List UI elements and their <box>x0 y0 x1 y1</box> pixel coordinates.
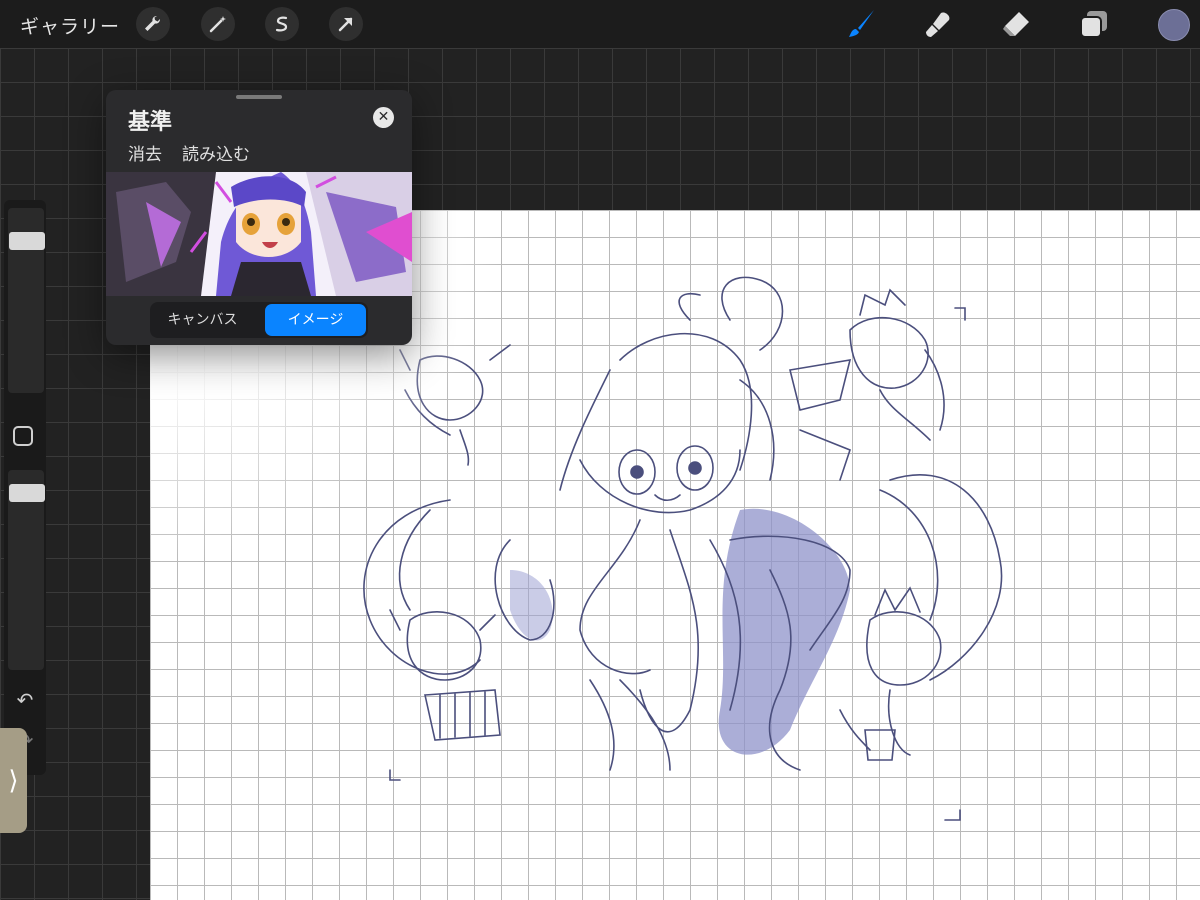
undo-button[interactable]: ↶ <box>13 688 37 712</box>
image-mode-tab[interactable]: イメージ <box>265 304 366 336</box>
selection-icon <box>275 16 288 32</box>
brush-icon <box>849 10 874 37</box>
brush-tool-button[interactable] <box>843 6 879 42</box>
reference-panel: 基準 ✕ 消去 読み込む キャンバス イメージ <box>106 90 412 345</box>
opacity-slider[interactable] <box>8 470 45 670</box>
modify-button[interactable] <box>13 426 33 446</box>
reference-panel-title: 基準 <box>128 110 173 135</box>
brush-size-thumb[interactable] <box>9 232 45 250</box>
magic-wand-icon <box>209 16 226 33</box>
selection-button[interactable] <box>265 7 299 41</box>
transform-arrow-icon <box>338 17 353 32</box>
gallery-button[interactable]: ギャラリー <box>20 12 120 39</box>
import-button[interactable]: 読み込む <box>182 140 250 165</box>
layers-button[interactable] <box>1076 6 1112 42</box>
brush-size-slider[interactable] <box>8 208 45 393</box>
close-button[interactable]: ✕ <box>373 107 394 128</box>
color-picker-button[interactable] <box>1158 9 1190 41</box>
left-sidebar: ↶ ↷ <box>4 200 46 775</box>
panel-drag-handle[interactable] <box>236 95 282 99</box>
eraser-icon <box>1003 12 1029 36</box>
reference-image-artwork <box>106 172 412 296</box>
eraser-tool-button[interactable] <box>998 6 1034 42</box>
top-toolbar: ギャラリー <box>0 0 1200 48</box>
close-icon: ✕ <box>377 109 390 125</box>
reference-image <box>106 172 412 296</box>
adjustments-button[interactable] <box>201 7 235 41</box>
wrench-icon <box>145 16 160 31</box>
layers-icon <box>1080 11 1107 38</box>
undo-icon: ↶ <box>16 688 34 712</box>
reference-mode-segmented-control: キャンバス イメージ <box>150 302 368 338</box>
actions-button[interactable] <box>136 7 170 41</box>
smudge-tool-button[interactable] <box>920 6 956 42</box>
smudge-icon <box>926 12 950 37</box>
opacity-thumb[interactable] <box>9 484 45 502</box>
transform-button[interactable] <box>329 7 363 41</box>
sidebar-toggle-handle[interactable]: ⟩ <box>0 728 27 833</box>
canvas-mode-tab[interactable]: キャンバス <box>152 304 253 336</box>
chevron-right-icon: ⟩ <box>8 765 19 796</box>
clear-button[interactable]: 消去 <box>128 140 162 165</box>
